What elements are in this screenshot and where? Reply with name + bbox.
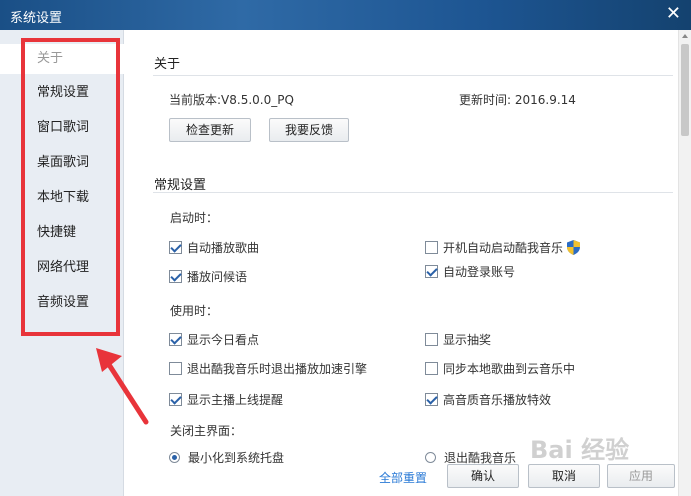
greeting-checkbox[interactable]: 播放问候语 — [169, 268, 247, 284]
sidebar-item-audio[interactable]: 音频设置 — [0, 288, 124, 318]
auto-play-checkbox[interactable]: 自动播放歌曲 — [169, 239, 259, 255]
sidebar-item-hotkeys[interactable]: 快捷键 — [0, 218, 124, 248]
scroll-thumb[interactable] — [681, 44, 689, 136]
sidebar-item-desktop-lyrics[interactable]: 桌面歌词 — [0, 148, 124, 178]
auto-login-label: 自动登录账号 — [443, 264, 516, 279]
exit-accel-label: 退出酷我音乐时退出播放加速引擎 — [187, 361, 368, 376]
sidebar-item-window-lyrics[interactable]: 窗口歌词 — [0, 113, 124, 143]
radio-unselected-icon — [425, 451, 436, 463]
minimize-tray-radio[interactable]: 最小化到系统托盘 — [169, 449, 284, 465]
exit-app-radio[interactable]: 退出酷我音乐 — [425, 449, 516, 465]
lottery-checkbox[interactable]: 显示抽奖 — [425, 331, 491, 347]
checkbox-checked-icon — [169, 240, 182, 254]
confirm-button[interactable]: 确认 — [447, 464, 519, 488]
sidebar-item-local-download[interactable]: 本地下载 — [0, 183, 124, 213]
update-time-text: 更新时间: 2016.9.14 — [459, 93, 576, 107]
reset-all-link[interactable]: 全部重置 — [379, 469, 427, 486]
scrollbar[interactable] — [678, 30, 691, 496]
cancel-button[interactable]: 取消 — [528, 464, 600, 488]
checkbox-unchecked-icon — [169, 361, 182, 375]
minimize-tray-label: 最小化到系统托盘 — [188, 450, 285, 465]
general-section-title: 常规设置 — [154, 178, 207, 193]
sync-cloud-label: 同步本地歌曲到云音乐中 — [443, 361, 576, 376]
checkbox-checked-icon — [169, 332, 182, 346]
boot-start-label: 开机自动启动酷我音乐 — [443, 240, 564, 255]
radio-selected-icon — [169, 451, 180, 463]
sidebar: 关于 常规设置 窗口歌词 桌面歌词 本地下载 快捷键 网络代理 音频设置 — [0, 30, 124, 496]
general-divider — [153, 192, 673, 193]
window-title: 系统设置 — [10, 11, 63, 26]
apply-button[interactable]: 应用 — [607, 464, 675, 488]
scroll-up-icon[interactable] — [682, 34, 688, 38]
boot-start-checkbox[interactable]: 开机自动启动酷我音乐 — [425, 239, 581, 255]
sync-cloud-checkbox[interactable]: 同步本地歌曲到云音乐中 — [425, 360, 575, 376]
close-icon[interactable]: ✕ — [666, 3, 681, 25]
anchor-remind-label: 显示主播上线提醒 — [187, 392, 284, 407]
sidebar-item-proxy[interactable]: 网络代理 — [0, 253, 124, 283]
about-divider — [153, 75, 673, 76]
sidebar-item-general[interactable]: 常规设置 — [0, 78, 124, 108]
exit-app-label: 退出酷我音乐 — [444, 450, 517, 465]
checkbox-checked-icon — [169, 392, 182, 406]
lottery-label: 显示抽奖 — [443, 332, 492, 347]
close-main-label: 关闭主界面： — [170, 424, 243, 438]
version-text: 当前版本:V8.5.0.0_PQ — [169, 93, 294, 107]
checkbox-unchecked-icon — [425, 332, 438, 346]
feedback-button[interactable]: 我要反馈 — [269, 118, 349, 142]
today-checkbox[interactable]: 显示今日看点 — [169, 331, 259, 347]
on-start-label: 启动时： — [170, 211, 219, 225]
check-update-button[interactable]: 检查更新 — [169, 118, 251, 142]
today-label: 显示今日看点 — [187, 332, 260, 347]
auto-play-label: 自动播放歌曲 — [187, 240, 260, 255]
checkbox-unchecked-icon — [425, 240, 438, 254]
greeting-label: 播放问候语 — [187, 269, 248, 284]
watermark: Bai 经验 — [530, 436, 630, 464]
about-section-title: 关于 — [154, 57, 181, 72]
in-use-label: 使用时： — [170, 304, 219, 318]
hq-effect-checkbox[interactable]: 高音质音乐播放特效 — [425, 391, 551, 407]
exit-accel-checkbox[interactable]: 退出酷我音乐时退出播放加速引擎 — [169, 360, 367, 376]
settings-content: 关于 当前版本:V8.5.0.0_PQ 更新时间: 2016.9.14 检查更新… — [125, 30, 678, 496]
uac-shield-icon — [567, 239, 581, 255]
checkbox-unchecked-icon — [425, 361, 438, 375]
checkbox-checked-icon — [425, 264, 438, 278]
checkbox-checked-icon — [425, 392, 438, 406]
auto-login-checkbox[interactable]: 自动登录账号 — [425, 263, 515, 279]
hq-effect-label: 高音质音乐播放特效 — [443, 392, 552, 407]
anchor-remind-checkbox[interactable]: 显示主播上线提醒 — [169, 391, 283, 407]
title-bar: 系统设置 ✕ — [0, 0, 691, 30]
sidebar-item-about[interactable]: 关于 — [0, 44, 124, 74]
checkbox-checked-icon — [169, 269, 182, 283]
